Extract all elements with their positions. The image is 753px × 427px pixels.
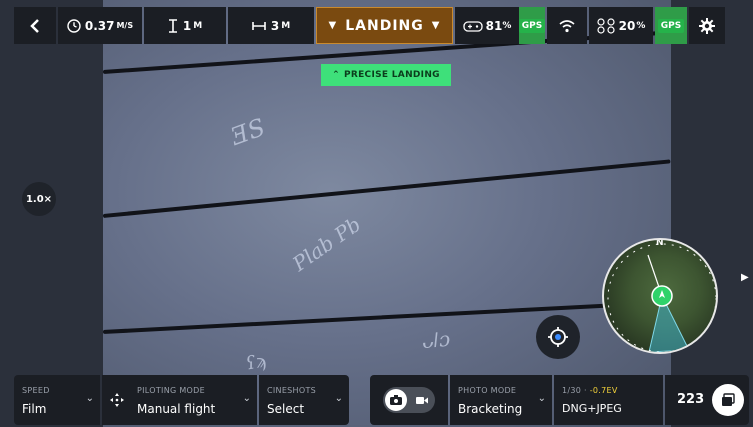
up-arrow-icon: ⌃ [332,70,340,80]
settings-button[interactable] [689,7,725,44]
speed-mode-selector[interactable]: SPEED Film ⌄ [14,375,100,425]
photos-remaining: 223 [677,392,705,407]
surface-crack [103,300,671,334]
chevron-right-icon: ▶ [741,272,749,283]
move-icon [110,393,124,407]
flight-mode-label: LANDING [345,17,424,34]
mini-map[interactable]: N [602,238,718,354]
altitude-indicator: 1 M [144,7,226,44]
wifi-icon [559,19,575,32]
chalk-marking: ᴗǀɔ [420,326,452,354]
caret-down-icon: ▼ [328,20,338,31]
center-view-button[interactable] [536,315,580,359]
photo-mode-label: PHOTO MODE [458,386,517,395]
speed-mode-label: SPEED [22,386,50,395]
flight-mode-dropdown[interactable]: ▼ LANDING ▼ [316,7,453,44]
controller-gps-indicator: GPS [518,7,546,44]
ev-value: -0.7EV [589,386,618,395]
map-overlay [607,243,716,352]
speed-unit: M/S [116,21,134,30]
drone-app-screen: ƎS Plab Pb ᴗǀɔ ʕϡ 0.37 M/S 1 M 3 M ▼ LAN… [0,0,753,427]
altitude-value: 1 [182,18,192,33]
photo-counter[interactable]: 223 [665,375,749,425]
photo-mode-selector[interactable]: PHOTO MODE Bracketing ⌄ [450,375,552,425]
chevron-left-icon [30,18,39,33]
precise-landing-banner: ⌃ PRECISE LANDING [321,64,451,86]
chevron-down-icon: ⌄ [242,393,251,404]
shutter-speed: 1/30 [562,386,582,395]
left-margin [0,0,103,427]
gear-icon [699,17,715,34]
percent-sign: % [636,20,646,31]
expand-panel-arrow[interactable]: ▶ [741,272,749,283]
percent-sign: % [502,20,512,31]
caret-down-icon: ▼ [431,20,441,31]
drone-battery-indicator: 20% [589,7,653,44]
shutter-button[interactable] [712,384,744,416]
precise-landing-label: PRECISE LANDING [343,70,440,80]
photo-video-toggle[interactable] [370,375,448,425]
controller-battery-value: 81 [485,18,503,33]
chalk-marking: ʕϡ [244,350,268,375]
piloting-mode-value: Manual flight [137,402,216,416]
gallery-icon [722,393,735,406]
gps-badge: GPS [657,18,685,33]
camera-icon [390,395,402,405]
altitude-unit: M [193,20,203,31]
right-margin [671,0,753,427]
chevron-down-icon: ⌄ [334,393,343,404]
top-status-bar: 0.37 M/S 1 M 3 M ▼ LANDING ▼ 81% GPS 20 … [14,7,725,44]
distance-value: 3 [270,18,280,33]
speed-indicator: 0.37 M/S [58,7,142,44]
speedometer-icon [67,18,81,33]
altitude-icon [168,18,177,33]
zoom-level: 1.0× [25,193,53,205]
bottom-control-bar: SPEED Film ⌄ PILOTING MODE Manual flight… [14,375,749,425]
chevron-down-icon: ⌄ [537,393,546,404]
crosshair-icon [548,327,568,347]
controller-icon [462,20,483,32]
cineshots-label: CINESHOTS [267,386,317,395]
drone-battery-value: 20 [618,18,636,33]
distance-unit: M [281,20,291,31]
exposure-settings[interactable]: 1/30 · -0.7EV DNG+JPEG [554,375,663,425]
chalk-marking: Plab Pb [288,212,366,276]
wifi-indicator [547,7,587,44]
piloting-mode-selector[interactable]: PILOTING MODE Manual flight ⌄ [102,375,257,425]
speed-value: 0.37 [84,18,115,33]
file-format: DNG+JPEG [562,402,622,415]
cineshots-value: Select [267,402,305,416]
video-icon [416,397,428,404]
exposure-line: 1/30 · -0.7EV [562,386,618,395]
distance-icon [252,21,266,30]
drone-gps-indicator: GPS [655,7,687,44]
drone-icon [597,17,615,34]
back-button[interactable] [14,7,56,44]
piloting-mode-label: PILOTING MODE [137,386,205,395]
zoom-button[interactable]: 1.0× [22,182,56,216]
distance-indicator: 3 M [228,7,314,44]
photo-mode-value: Bracketing [458,402,523,416]
speed-mode-value: Film [22,402,47,416]
controller-battery-indicator: 81% [455,7,519,44]
gps-badge: GPS [518,18,546,33]
surface-crack [103,159,671,218]
chevron-down-icon: ⌄ [85,393,94,404]
chalk-marking: ƎS [227,113,269,151]
camera-mode-switch[interactable] [383,387,435,413]
cineshots-selector[interactable]: CINESHOTS Select ⌄ [259,375,349,425]
